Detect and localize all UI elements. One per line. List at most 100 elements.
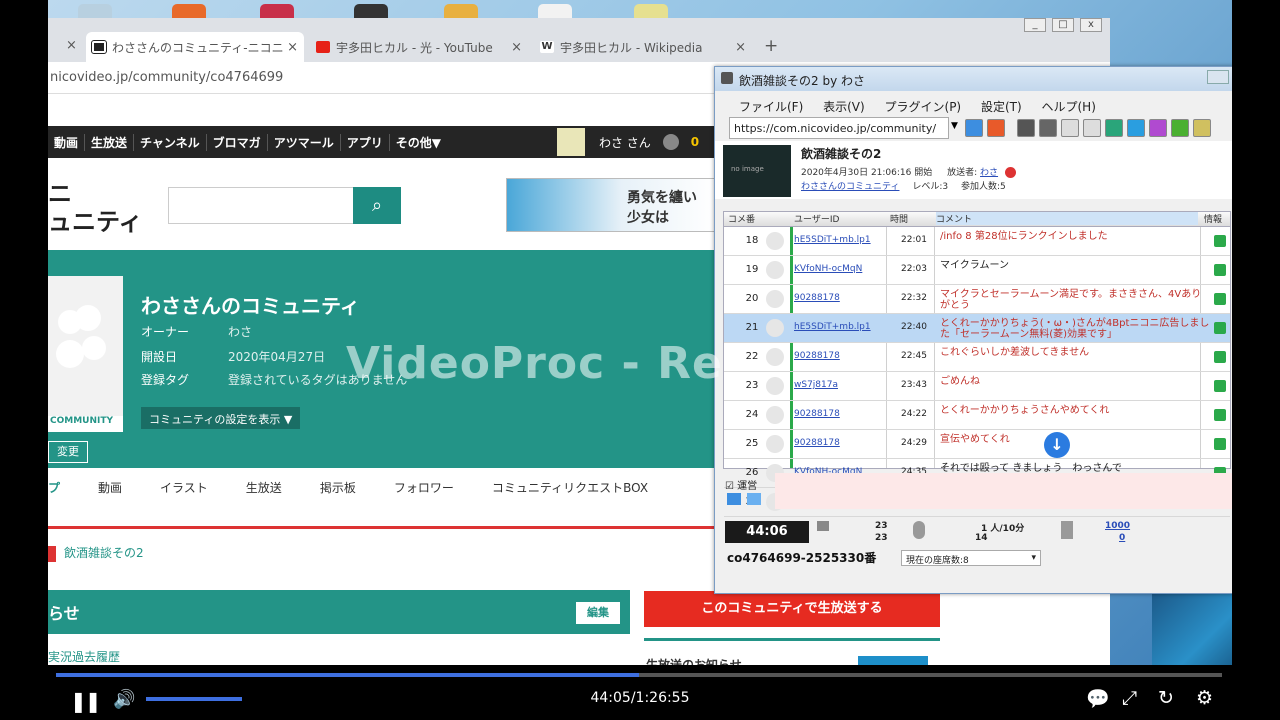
seat-count-select[interactable]: 現在の座席数:8 ▾	[901, 550, 1041, 566]
tab-youtube[interactable]: 宇多田ヒカル - 光 - YouTube ×	[310, 32, 528, 62]
save-icon[interactable]	[1017, 119, 1035, 137]
comment-row[interactable]: 19 KVfoNH-ocMqN 22:03 マイクラムーン	[724, 256, 1230, 285]
tab-close-icon[interactable]: ×	[735, 40, 746, 55]
fullscreen-icon[interactable]: ⤢	[1122, 687, 1137, 709]
gift-points[interactable]: 0	[1119, 533, 1125, 543]
comment-post-input[interactable]	[775, 473, 1232, 509]
ad-points[interactable]: 1000	[1105, 521, 1130, 531]
comment-user-id[interactable]: wS7j817a	[794, 380, 884, 390]
comment-row[interactable]: 22 90288178 22:45 これぐらいしか差波してきません	[724, 343, 1230, 372]
nav-atsumaru[interactable]: アツマール	[268, 133, 341, 151]
community-settings-button[interactable]: コミュニティの設定を表示 ▼	[141, 407, 301, 429]
admin-checkbox[interactable]: ☑ 運営	[725, 477, 757, 492]
volume-icon[interactable]: 🔊	[113, 689, 135, 710]
start-live-button[interactable]: このコミュニティで生放送する	[644, 591, 940, 627]
comment-row[interactable]: 25 90288178 24:29 宣伝やめてくれ	[724, 430, 1230, 459]
menu-settings[interactable]: 設定(T)	[981, 100, 1022, 114]
connect-icon[interactable]	[965, 119, 983, 137]
post-option-icon[interactable]	[747, 493, 761, 505]
tab-close-icon[interactable]: ×	[511, 40, 522, 55]
comment-user-id[interactable]: hE5SDiT+mb.lp1	[794, 322, 884, 332]
search-button[interactable]: ⌕	[353, 187, 401, 224]
col-time[interactable]: 時間	[890, 212, 908, 225]
comment-user-id[interactable]: 90288178	[794, 293, 884, 303]
close-button[interactable]: x	[1080, 18, 1102, 32]
ad-banner[interactable]: 勇気を纏い 少女は	[506, 178, 716, 232]
new-tab-button[interactable]: +	[764, 36, 778, 56]
plugin-icon[interactable]	[1149, 119, 1167, 137]
nav-more[interactable]: その他▼	[390, 134, 447, 151]
tab-close-icon[interactable]: ×	[287, 40, 298, 55]
owner-value[interactable]: わさ	[228, 323, 252, 340]
nav-channel[interactable]: チャンネル	[134, 133, 207, 151]
menu-help[interactable]: ヘルプ(H)	[1041, 100, 1095, 114]
broadcaster-link[interactable]: わさ	[980, 168, 998, 178]
info-icon[interactable]	[1214, 264, 1226, 276]
dropdown-chevron-icon[interactable]: ▼	[951, 121, 958, 131]
info-icon[interactable]	[1214, 380, 1226, 392]
pause-icon[interactable]: ❚❚	[70, 689, 101, 713]
option-icon[interactable]	[1171, 119, 1189, 137]
community-logo[interactable]: ニ ュニティ	[48, 180, 143, 236]
nav-blomaga[interactable]: ブロマガ	[207, 133, 268, 151]
col-number[interactable]: コメ番	[728, 212, 755, 225]
comment-row[interactable]: 18 hE5SDiT+mb.lp1 22:01/info 8 第28位にランクインし…	[724, 227, 1230, 256]
settings-icon[interactable]: ⚙	[1196, 687, 1213, 709]
comment-user-id[interactable]: hE5SDiT+mb.lp1	[794, 235, 884, 245]
tab-bbs[interactable]: 掲示板	[320, 479, 356, 496]
minimize-button[interactable]: _	[1024, 18, 1046, 32]
tab-wikipedia[interactable]: W 宇多田ヒカル - Wikipedia ×	[534, 32, 752, 62]
tab-video[interactable]: 動画	[98, 479, 122, 496]
menu-plugin[interactable]: プラグイン(P)	[885, 100, 962, 114]
info-icon[interactable]	[1214, 351, 1226, 363]
ranking-icon[interactable]	[1127, 119, 1145, 137]
menu-file[interactable]: ファイル(F)	[739, 100, 803, 114]
volume-slider[interactable]	[146, 697, 242, 701]
info-icon[interactable]	[1214, 293, 1226, 305]
comment-row[interactable]: 21 hE5SDiT+mb.lp1 22:40 とくれーかかりちょう(・ω・)さんが4…	[724, 314, 1230, 343]
col-user-id[interactable]: ユーザーID	[794, 212, 839, 225]
comment-user-id[interactable]: 90288178	[794, 351, 884, 361]
config-icon[interactable]	[1193, 119, 1211, 137]
col-comment[interactable]: コメント	[936, 212, 1198, 225]
tab-request-box[interactable]: コミュニティリクエストBOX	[492, 479, 648, 496]
toolbar-icon[interactable]	[1061, 119, 1079, 137]
nav-video[interactable]: 動画	[48, 133, 86, 151]
toolbar-icon[interactable]	[1083, 119, 1101, 137]
open-icon[interactable]	[1039, 119, 1057, 137]
post-option-icon[interactable]	[727, 493, 741, 505]
tab-top[interactable]: プ	[48, 479, 60, 496]
download-arrow-icon[interactable]: ↓	[1044, 432, 1070, 458]
rotate-icon[interactable]: ↻	[1158, 687, 1174, 709]
comment-user-id[interactable]: KVfoNH-ocMqN	[794, 264, 884, 274]
viewer-url-input[interactable]: https://com.nicovideo.jp/community/	[729, 117, 949, 139]
comment-row[interactable]: 23 wS7j817a 23:43 ごめんね	[724, 372, 1230, 401]
tab-live[interactable]: 生放送	[246, 479, 282, 496]
nav-app[interactable]: アプリ	[341, 133, 390, 151]
maximize-button[interactable]: □	[1052, 18, 1074, 32]
tab-followers[interactable]: フォロワー	[394, 479, 454, 496]
comment-user-id[interactable]: 90288178	[794, 409, 884, 419]
change-image-button[interactable]: 変更	[48, 441, 88, 463]
current-live-link[interactable]: 飲酒雑談その2	[48, 544, 144, 562]
past-history-link[interactable]: 実況過去履歴	[48, 648, 120, 665]
comment-icon[interactable]: 💬	[1086, 687, 1110, 710]
comment-user-id[interactable]: 90288178	[794, 438, 884, 448]
news-button[interactable]	[858, 656, 928, 665]
comment-table[interactable]: コメ番 ユーザーID 時間 コメント 情報 18 hE5SDiT+mb.lp1 22…	[723, 211, 1231, 517]
comment-row[interactable]: 20 90288178 22:32 マイクラとセーラームーン満足です。まさきさん、4V…	[724, 285, 1230, 314]
community-link[interactable]: わささんのコミュニティ	[801, 182, 899, 192]
account-icon[interactable]	[662, 134, 679, 150]
info-icon[interactable]	[1214, 438, 1226, 450]
info-icon[interactable]	[1214, 409, 1226, 421]
speech-icon[interactable]	[1105, 119, 1123, 137]
avatar[interactable]	[556, 128, 585, 156]
username[interactable]: わさ さん	[599, 134, 651, 151]
info-icon[interactable]	[1214, 322, 1226, 334]
nav-live[interactable]: 生放送	[85, 133, 135, 151]
disconnect-icon[interactable]	[987, 119, 1005, 137]
menu-view[interactable]: 表示(V)	[823, 100, 865, 114]
tab-close-icon[interactable]: ×	[66, 38, 77, 53]
tab-community[interactable]: わささんのコミュニティ-ニコニ ×	[86, 32, 304, 62]
viewer-minimize-button[interactable]	[1207, 70, 1229, 84]
